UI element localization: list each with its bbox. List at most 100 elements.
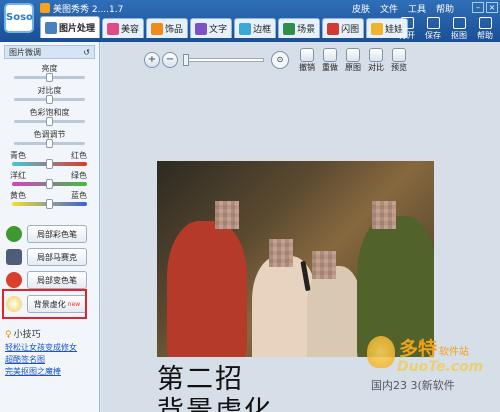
preview-icon [392,47,406,62]
save-button[interactable]: 保存 [420,17,446,41]
open-label: 打开 [399,31,415,40]
slider-knob[interactable] [46,159,53,169]
redo-icon [323,47,337,62]
tip-link[interactable]: 轻松让女孩变成修女 [5,342,97,354]
close-icon[interactable]: × [486,2,498,13]
menu-tools[interactable]: 工具 [408,5,426,15]
slider-saturation[interactable]: 色彩饱和度 [0,106,99,128]
compare-label: 对比 [368,62,384,72]
face-pixelated [372,201,396,229]
undo-button[interactable]: 撤销 [296,47,318,73]
watermark-suffix: 软件站 [439,347,470,358]
color-left-label: 洋红 [10,171,26,180]
panel-title: 图片微调 [9,47,41,57]
title-bar: Soso 美图秀秀 2....1.7 皮肤 文件 工具 帮助 – × 图片处理 美容 饰品 文… [0,0,500,42]
folder-icon [400,17,414,29]
recolor-pen-label: 局部变色笔 [27,271,87,289]
zoom-knob[interactable] [183,54,189,66]
person-center-right [307,266,362,357]
tab-icon [195,22,208,35]
redo-button[interactable]: 重做 [319,47,341,73]
apple-icon [6,272,22,288]
help-button[interactable]: 帮助 [472,17,498,41]
slider-brightness[interactable]: 亮度 [0,62,99,84]
zoom-in-icon[interactable]: + [144,52,160,68]
mosaic-button[interactable]: 局部马赛克 [6,247,87,267]
person-left [167,221,247,357]
slider-hue[interactable]: 色调调节 [0,128,99,150]
edited-photo[interactable] [157,161,434,357]
slider-contrast[interactable]: 对比度 [0,84,99,106]
zoom-out-icon[interactable]: − [162,52,178,68]
adjust-panel: 图片微调 ↺ 亮度 对比度 色彩饱和度 色调调节 青色 红色 洋红 绿色 黄色 蓝色 … [0,42,100,412]
reset-icon[interactable]: ↺ [83,48,90,57]
slider-knob[interactable] [46,117,53,126]
help-label: 帮助 [477,31,493,40]
tab-label: 文字 [209,25,228,35]
tab-6[interactable]: 闪图 [322,18,365,38]
slider-knob[interactable] [46,179,53,189]
menu-help[interactable]: 帮助 [436,5,454,15]
caption-line-1: 第二招 [157,364,244,395]
tips-title: 小技巧 [13,330,41,340]
app-logo: Soso [4,3,34,33]
slider-knob[interactable] [46,139,53,148]
tip-link[interactable]: 完美抠图之魔棒 [5,366,97,378]
preview-button[interactable]: 预览 [388,47,410,73]
minimize-icon[interactable]: – [472,2,484,13]
original-label: 原图 [345,62,361,72]
zoom-slider[interactable] [183,54,264,66]
menu-file[interactable]: 文件 [380,5,398,15]
tab-3[interactable]: 文字 [190,18,233,38]
color-pen-icon [6,226,22,242]
open-button[interactable]: 打开 [394,17,420,41]
fit-icon[interactable]: ⊙ [271,51,289,69]
file-toolbar: 打开 保存 抠图 帮助 [394,17,498,41]
color-left-label: 黄色 [10,191,26,200]
color-slider-magenta-green[interactable]: 洋红 绿色 [0,170,99,190]
tab-2[interactable]: 饰品 [146,18,189,38]
slider-knob[interactable] [46,199,53,209]
original-button[interactable]: 原图 [342,47,364,73]
capture-label: 抠图 [451,31,467,40]
color-slider-yellow-blue[interactable]: 黄色 蓝色 [0,190,99,210]
undo-icon [300,47,314,62]
tip-link[interactable]: 超酷签名图 [5,354,97,366]
face-pixelated [312,251,336,279]
app-icon [40,3,50,13]
help-icon [478,17,492,29]
face-pixelated [269,239,293,267]
color-slider-cyan-red[interactable]: 青色 红色 [0,150,99,170]
highlight-box [2,289,87,319]
tab-label: 边框 [253,25,272,35]
tab-label: 美容 [121,25,140,35]
window-controls: – × [470,2,498,13]
tab-4[interactable]: 边框 [234,18,277,38]
caption-text: 第二招 背景虚化 [157,364,273,412]
caption-line-2: 背景虚化 [157,396,273,412]
preview-label: 预览 [391,62,407,72]
menu-skin[interactable]: 皮肤 [352,5,370,15]
app-title-text: 美图秀秀 2....1.7 [53,5,124,15]
tab-5[interactable]: 场景 [278,18,321,38]
slider-knob[interactable] [46,95,53,104]
compare-button[interactable]: 对比 [365,47,387,73]
tab-0[interactable]: 图片处理 [40,16,101,38]
color-right-label: 绿色 [71,171,87,180]
slider-knob[interactable] [46,73,53,82]
scissors-icon [452,17,466,29]
tab-icon [327,22,340,35]
capture-button[interactable]: 抠图 [446,17,472,41]
recolor-pen-button[interactable]: 局部变色笔 [6,270,87,290]
face-pixelated [215,201,239,229]
window-menu: 皮肤 文件 工具 帮助 [342,2,454,15]
mosaic-label: 局部马赛克 [27,248,87,266]
tab-1[interactable]: 美容 [102,18,145,38]
app-title: 美图秀秀 2....1.7 [40,2,123,15]
color-pen-button[interactable]: 局部彩色笔 [6,224,87,244]
undo-label: 撤销 [299,62,315,72]
tips-section: ♀ 小技巧 轻松让女孩变成修女 超酷签名图 完美抠图之魔棒 [5,327,97,378]
bulb-logo-icon [367,336,395,368]
color-right-label: 红色 [71,151,87,160]
tab-icon [371,22,384,35]
